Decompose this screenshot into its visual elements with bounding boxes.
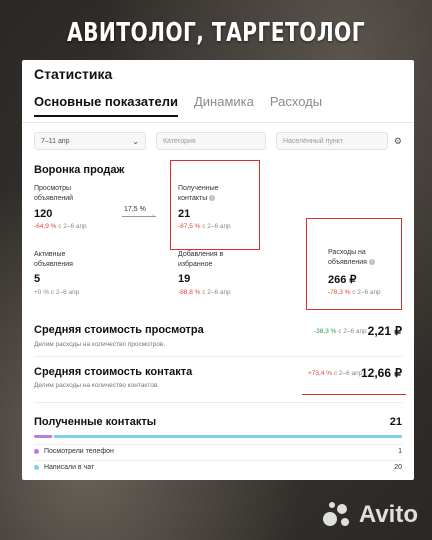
active-listings-label: Активные объявления bbox=[34, 251, 73, 268]
legend-phone-label: Посмотрели телефон bbox=[43, 448, 114, 455]
active-listings-delta: +0 % с 2–6 апр bbox=[34, 289, 79, 296]
filter-settings-icon[interactable]: ⚙ bbox=[394, 132, 402, 150]
active-listings-delta-value: +0 % bbox=[34, 289, 49, 296]
tab-dynamics[interactable]: Динамика bbox=[194, 94, 254, 117]
avg-view-cost-delta: -38,3 % с 2–6 апр bbox=[314, 328, 367, 335]
views-delta-period: с 2–6 апр bbox=[58, 223, 87, 230]
legend-dot-purple bbox=[34, 448, 39, 454]
avg-contact-cost-hint: Делим расходы на количество контактов. bbox=[34, 382, 160, 389]
views-delta: -64,9 % с 2–6 апр bbox=[34, 223, 87, 230]
avg-view-cost-title: Средняя стоимость просмотра bbox=[34, 324, 204, 336]
avg-contact-cost-title: Средняя стоимость контакта bbox=[34, 366, 193, 378]
arrow-right-icon: › bbox=[152, 213, 155, 220]
banner-title: АВИТОЛОГ, ТАРГЕТОЛОГ bbox=[66, 18, 366, 48]
date-range-select[interactable]: 7–11 апр ⌄ bbox=[34, 132, 146, 150]
views-value: 120 bbox=[34, 208, 53, 220]
contacts-delta-period: с 2–6 апр bbox=[202, 223, 231, 230]
funnel-title: Воронка продаж bbox=[34, 164, 125, 176]
filters-bar: 7–11 апр ⌄ Категория Населённый пункт ⚙ bbox=[34, 132, 402, 150]
active-listings-delta-period: с 2–6 апр bbox=[50, 289, 80, 296]
conversion-arrow-line bbox=[122, 216, 156, 217]
bar-chat-messages bbox=[54, 435, 402, 438]
avito-wordmark: Avito bbox=[358, 501, 418, 528]
contacts-breakdown-title: Полученные контакты bbox=[34, 416, 157, 428]
highlight-underline bbox=[302, 394, 406, 395]
legend-phone-value: 1 bbox=[398, 448, 402, 455]
divider bbox=[34, 444, 402, 445]
avg-contact-cost-delta-value: +73,4 % bbox=[308, 370, 333, 377]
spend-delta: -78,3 % с 2–6 апр bbox=[328, 289, 381, 296]
avg-view-cost-value: 2,21 ₽ bbox=[367, 324, 402, 338]
spend-delta-value: -78,3 % bbox=[328, 289, 351, 296]
avg-view-cost-delta-value: -38,3 % bbox=[314, 328, 337, 335]
category-input[interactable]: Категория bbox=[155, 132, 266, 150]
favorites-value: 19 bbox=[178, 273, 191, 285]
info-icon[interactable]: i bbox=[209, 195, 216, 202]
views-delta-value: -64,9 % bbox=[34, 223, 57, 230]
avg-view-cost-delta-period: с 2–6 апр bbox=[338, 328, 367, 335]
avito-watermark: Avito bbox=[322, 500, 418, 530]
tab-expenses[interactable]: Расходы bbox=[270, 94, 322, 117]
page-title: Статистика bbox=[34, 66, 113, 82]
avg-contact-cost-delta-period: с 2–6 апр bbox=[333, 370, 363, 377]
favorites-label: Добавления в избранное bbox=[178, 251, 224, 268]
spend-label: Расходы на объявления i bbox=[328, 248, 398, 268]
avg-contact-cost-value: 12,66 ₽ bbox=[361, 366, 402, 380]
contacts-breakdown-total: 21 bbox=[389, 416, 402, 428]
date-range-value: 7–11 апр bbox=[41, 137, 70, 145]
info-icon[interactable]: i bbox=[368, 259, 375, 266]
favorites-delta-value: -88,8 % bbox=[178, 289, 201, 296]
tab-bar: Основные показатели Динамика Расходы bbox=[34, 94, 322, 117]
active-listings-value: 5 bbox=[34, 273, 41, 285]
favorites-delta: -88,8 % с 2–6 апр bbox=[178, 289, 231, 296]
contacts-label: Полученные контакты i bbox=[178, 184, 248, 204]
divider bbox=[34, 460, 402, 461]
avg-view-cost-hint: Делим расходы на количество просмотров. bbox=[34, 341, 166, 348]
legend-phone-views: Посмотрели телефон 1 bbox=[34, 448, 402, 455]
legend-chat-value: 20 bbox=[394, 464, 402, 471]
contacts-delta-value: -87,5 % bbox=[178, 223, 201, 230]
spend-label-text: Расходы на объявления bbox=[328, 249, 367, 266]
spend-delta-period: с 2–6 апр bbox=[352, 289, 381, 296]
tab-main-metrics[interactable]: Основные показатели bbox=[34, 94, 178, 117]
avito-logo-icon bbox=[322, 500, 353, 530]
bar-phone-views bbox=[34, 435, 52, 438]
tabs-divider bbox=[22, 122, 414, 123]
contacts-value: 21 bbox=[178, 208, 191, 220]
conversion-rate: 17,5 % bbox=[124, 206, 146, 213]
legend-dot-cyan bbox=[34, 464, 39, 470]
highlight-box-contacts bbox=[170, 160, 260, 250]
avg-contact-cost-delta: +73,4 % с 2–6 апр bbox=[308, 370, 362, 377]
views-label: Просмотры объявлений bbox=[34, 185, 74, 202]
chevron-down-icon: ⌄ bbox=[132, 136, 139, 146]
spend-value: 266 ₽ bbox=[328, 274, 357, 286]
divider bbox=[34, 356, 402, 357]
city-input[interactable]: Населённый пункт bbox=[275, 132, 388, 150]
favorites-delta-period: с 2–6 апр bbox=[202, 289, 231, 296]
contacts-delta: -87,5 % с 2–6 апр bbox=[178, 223, 231, 230]
divider bbox=[34, 402, 402, 403]
statistics-card: Статистика Основные показатели Динамика … bbox=[22, 60, 414, 480]
legend-chat-label: Написали в чат bbox=[43, 464, 95, 471]
legend-chat: Написали в чат 20 bbox=[34, 464, 402, 471]
